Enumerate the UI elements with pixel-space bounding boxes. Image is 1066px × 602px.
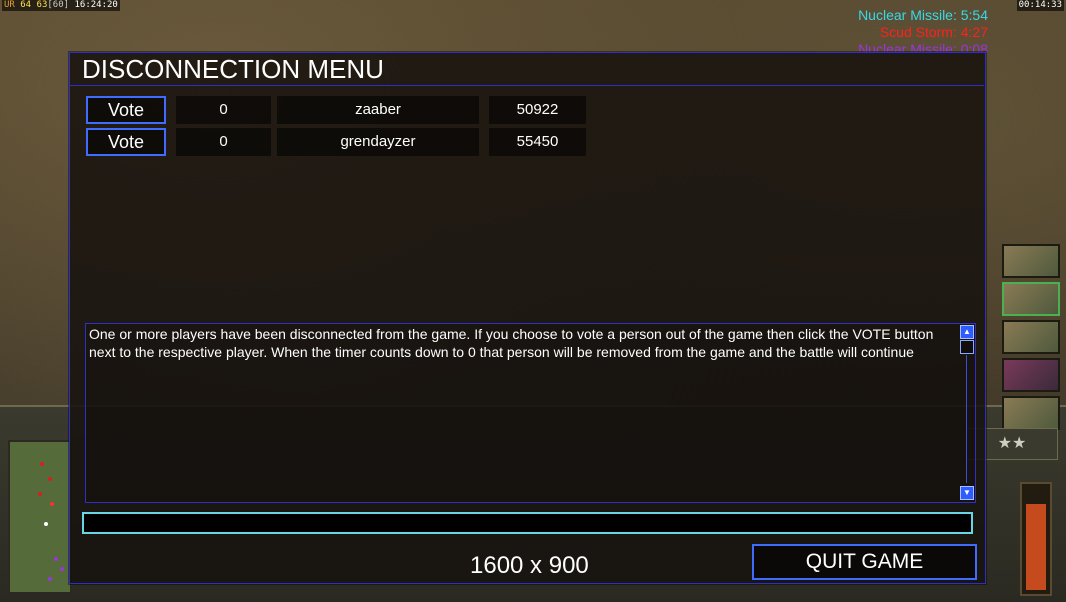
performance-overlay: UR 64 63[60] 16:24:20 [2,0,120,11]
dialog-title: DISCONNECTION MENU [82,54,384,84]
player-name: grendayzer [277,128,479,156]
unit-dot [54,557,58,561]
fps-value: 63 [36,0,48,10]
build-slot-button[interactable] [1002,282,1060,316]
build-slot-button[interactable] [1002,358,1060,392]
build-queue-panel [1000,242,1066,434]
scroll-track[interactable] [966,355,967,483]
clock: 16:24:20 [74,0,118,10]
player-ping: 50922 [489,96,586,124]
game-time: 00:14:33 [1016,0,1064,11]
ur-label: UR [4,0,15,10]
vote-button[interactable]: Vote [86,128,166,156]
title-divider [70,85,984,86]
superweapon-timer: Nuclear Missile: 5:54 [858,7,988,23]
vote-count: 0 [176,128,271,156]
unit-dot [44,522,48,526]
vote-count: 0 [176,96,271,124]
chat-input[interactable] [82,512,973,534]
scroll-thumb[interactable] [960,340,974,354]
minimap[interactable] [8,440,72,594]
build-slot-button[interactable] [1002,244,1060,278]
unit-dot [48,577,52,581]
message-scrollbar[interactable]: ▲ ▼ [959,323,975,501]
vote-button[interactable]: Vote [86,96,166,124]
unit-dot [38,492,42,496]
scroll-down-icon[interactable]: ▼ [960,486,974,500]
unit-dot [60,567,64,571]
build-slot-button[interactable] [1002,396,1060,430]
unit-dot [40,462,44,466]
rank-meter-fill [1026,504,1046,590]
player-ping: 55450 [489,128,586,156]
player-name: zaaber [277,96,479,124]
unit-dot [50,502,54,506]
unit-dot [48,477,52,481]
quit-game-button[interactable]: QUIT GAME [752,544,977,580]
general-rank-meter [1020,482,1052,596]
disconnect-message: One or more players have been disconnect… [89,326,934,360]
build-slot-button[interactable] [1002,320,1060,354]
fps-value: 64 [20,0,32,10]
scroll-up-icon[interactable]: ▲ [960,325,974,339]
fps-cap: [60] [47,0,70,10]
superweapon-timer: Scud Storm: 4:27 [879,24,988,40]
resolution-label: 1600 x 900 [470,552,589,579]
